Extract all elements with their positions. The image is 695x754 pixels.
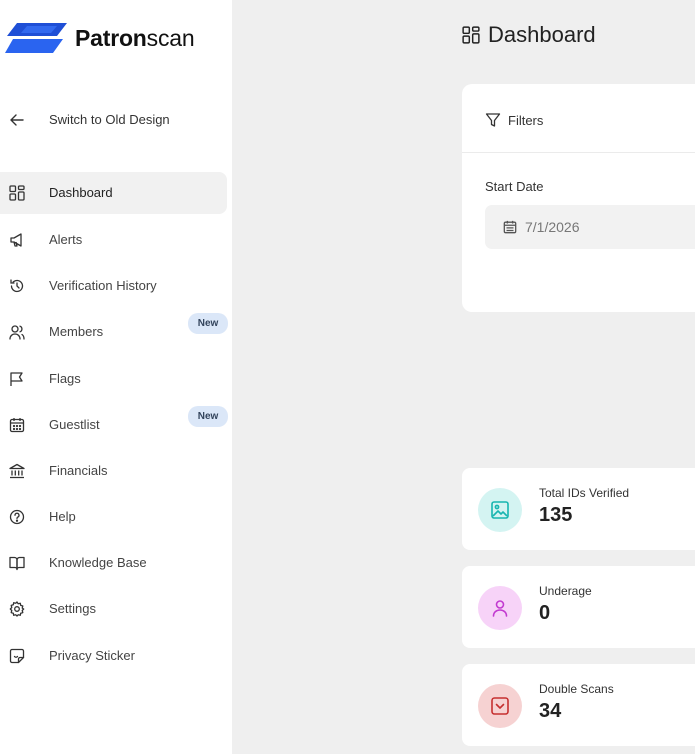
sidebar-item-knowledge-base[interactable]: Knowledge Base [0, 542, 227, 584]
sidebar-item-help[interactable]: Help [0, 496, 227, 538]
users-icon [9, 325, 25, 340]
dashboard-icon [9, 185, 25, 201]
sidebar-item-label: Verification History [49, 278, 157, 293]
sidebar-item-settings[interactable]: Settings [0, 588, 227, 630]
sidebar-item-financials[interactable]: Financials [0, 450, 227, 492]
sticker-icon [9, 648, 25, 664]
stat-value: 34 [539, 700, 562, 722]
sidebar-item-label: Privacy Sticker [49, 648, 135, 663]
megaphone-icon [10, 233, 22, 247]
stat-card-underage[interactable]: Underage 0 [462, 566, 695, 648]
book-icon [9, 556, 25, 571]
sidebar-item-verification-history[interactable]: Verification History [0, 265, 227, 307]
sidebar-item-label: Help [49, 509, 76, 524]
gear-icon [9, 601, 25, 617]
stat-icon-circle [478, 488, 522, 532]
sidebar-item-label: Dashboard [49, 185, 113, 200]
brand-name: Patronscan [75, 24, 195, 51]
flag-icon [10, 372, 23, 386]
sidebar-item-label: Flags [49, 371, 81, 386]
stat-icon-circle [478, 684, 522, 728]
stat-value: 0 [539, 602, 551, 624]
start-date-input[interactable]: 7/1/2026 [485, 205, 695, 249]
new-badge: New [188, 313, 228, 334]
stat-label: Underage [539, 584, 592, 598]
divider [462, 152, 695, 153]
sidebar-item-label: Members [49, 324, 104, 339]
stat-card-total-ids-verified[interactable]: Total IDs Verified 135 [462, 468, 695, 550]
patronscan-logo-icon [5, 23, 67, 53]
sidebar-item-label: Guestlist [49, 417, 100, 432]
switch-to-old-design-link[interactable]: Switch to Old Design [0, 106, 232, 134]
image-icon [491, 501, 509, 519]
sidebar-item-alerts[interactable]: Alerts [0, 219, 227, 261]
help-icon [9, 509, 25, 525]
stat-label: Total IDs Verified [539, 486, 630, 500]
switch-to-old-design-label: Switch to Old Design [49, 112, 170, 127]
bank-icon [9, 463, 25, 479]
arrow-left-icon [10, 114, 24, 126]
sidebar-item-members[interactable]: Members New [0, 311, 228, 353]
sidebar-item-label: Financials [49, 463, 108, 478]
page-title-text: Dashboard [488, 22, 596, 47]
sidebar-item-privacy-sticker[interactable]: Privacy Sticker [0, 635, 227, 677]
stat-icon-circle [478, 586, 522, 630]
sidebar-item-guestlist[interactable]: Guestlist New [0, 404, 228, 446]
brand-logo[interactable]: Patronscan [5, 22, 195, 54]
calendar-icon [503, 220, 517, 234]
dashboard-icon [462, 26, 480, 44]
sidebar-item-label: Knowledge Base [49, 555, 147, 570]
history-icon [10, 279, 24, 293]
page-title: Dashboard [462, 22, 596, 48]
sidebar-item-label: Settings [49, 601, 96, 616]
sidebar-item-label: Alerts [49, 232, 83, 247]
filters-label: Filters [508, 112, 544, 128]
calendar-icon [9, 418, 25, 433]
sidebar-item-flags[interactable]: Flags [0, 358, 227, 400]
new-badge: New [188, 406, 228, 427]
stat-card-double-scans[interactable]: Double Scans 34 [462, 664, 695, 746]
person-icon [492, 600, 508, 617]
chevron-down-box-icon [491, 697, 509, 715]
stat-label: Double Scans [539, 682, 614, 696]
filter-icon [485, 113, 501, 127]
sidebar: Patronscan Switch to Old Design Dashboar… [0, 0, 232, 754]
filters-card: Filters Start Date 7/1/2026 [462, 84, 695, 312]
start-date-label: Start Date [485, 179, 544, 194]
sidebar-item-dashboard[interactable]: Dashboard [0, 172, 227, 214]
stat-value: 135 [539, 504, 573, 526]
filters-toggle[interactable]: Filters [485, 112, 543, 128]
start-date-value: 7/1/2026 [525, 219, 580, 235]
